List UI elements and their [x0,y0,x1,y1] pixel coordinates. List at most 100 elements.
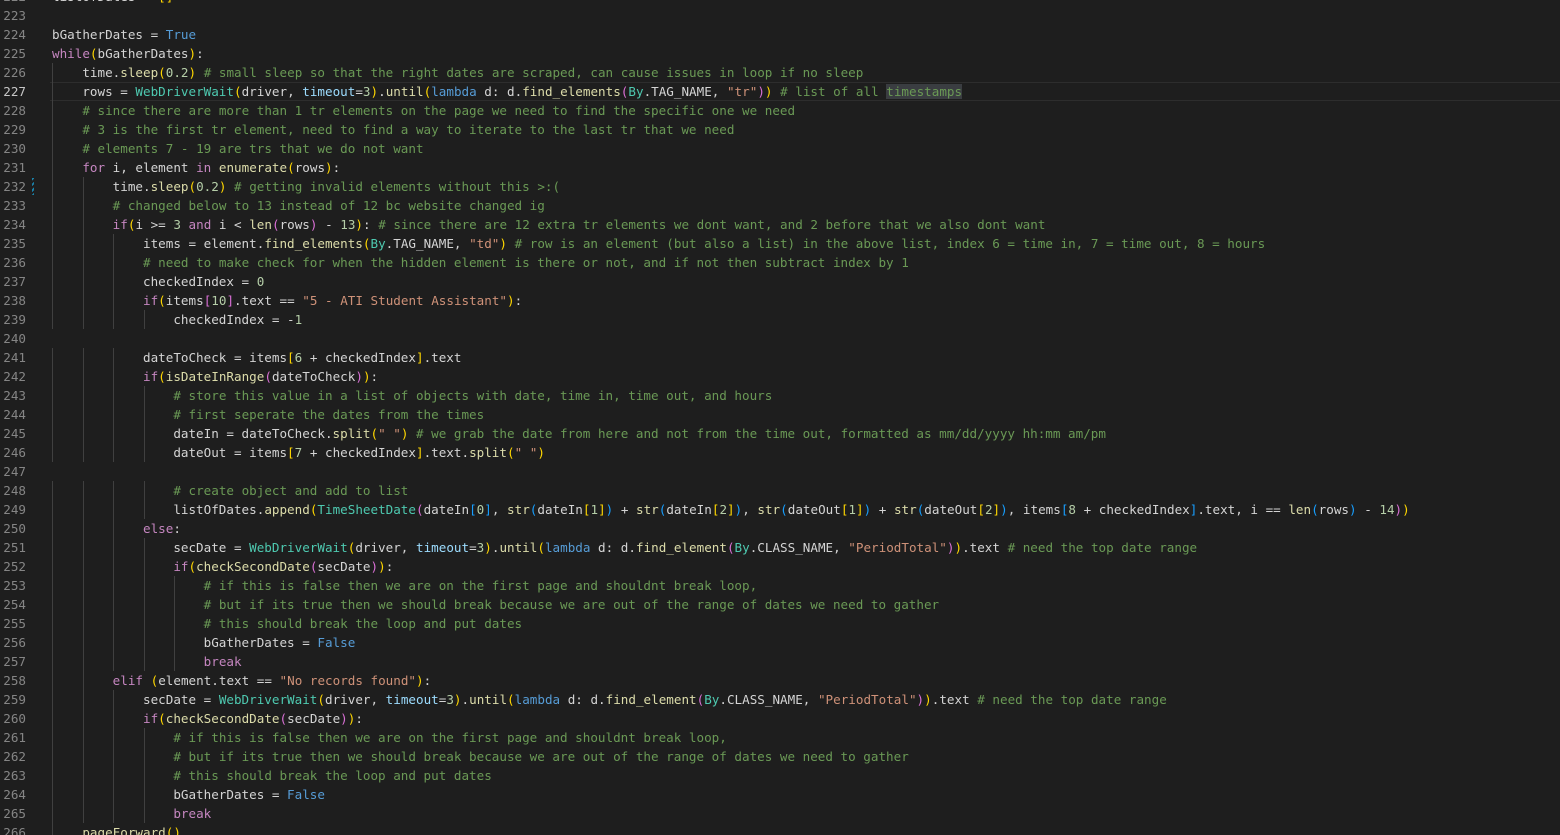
code-line[interactable]: 265 break [0,804,1560,823]
code-line[interactable]: 230 # elements 7 - 19 are trs that we do… [0,139,1560,158]
code-text: elif (element.text == "No records found"… [112,673,432,688]
line-number: 265 [3,806,26,821]
code-text: dateOut = items[7 + checkedIndex].text.s… [52,445,545,460]
code-line[interactable]: 257 break [0,652,1560,671]
code-text: # this should break the loop and put dat… [173,768,492,783]
code-line[interactable]: 226 time.sleep(0.2) # small sleep so tha… [0,63,1560,82]
code-text: if(i >= 3 and i < len(rows) - 13): # sin… [112,217,1046,232]
line-number: 256 [3,635,26,650]
code-text: pageForward() [82,825,181,835]
line-number: 227 [3,84,26,99]
code-line[interactable]: 245 dateIn = dateToCheck.split(" ") # we… [0,424,1560,443]
code-text: bGatherDates = False [52,787,325,802]
line-number: 255 [3,616,26,631]
code-lines: 222listOfDates = []223224bGatherDates = … [0,0,1560,835]
code-line[interactable]: 256 bGatherDates = False [0,633,1560,652]
line-number: 223 [3,8,26,23]
code-text: # 3 is the first tr element, need to fin… [82,122,735,137]
line-number: 231 [3,160,26,175]
line-number: 247 [3,464,26,479]
code-line[interactable]: 228 # since there are more than 1 tr ele… [0,101,1560,120]
line-number: 230 [3,141,26,156]
code-text: # need to make check for when the hidden… [143,255,909,270]
code-line[interactable]: 266 pageForward() [0,823,1560,835]
modified-line-indicator[interactable] [32,178,34,195]
code-line[interactable]: 229 # 3 is the first tr element, need to… [0,120,1560,139]
line-number: 260 [3,711,26,726]
code-line[interactable]: 258 elif (element.text == "No records fo… [0,671,1560,690]
code-line[interactable]: 223 [0,6,1560,25]
line-number: 259 [3,692,26,707]
code-text: rows = WebDriverWait(driver, timeout=3).… [52,84,963,99]
code-line[interactable]: 237 checkedIndex = 0 [0,272,1560,291]
code-text: # elements 7 - 19 are trs that we do not… [82,141,424,156]
line-number: 235 [3,236,26,251]
line-number: 229 [3,122,26,137]
code-line[interactable]: 238 if(items[10].text == "5 - ATI Studen… [0,291,1560,310]
line-number: 237 [3,274,26,289]
code-text: dateToCheck = items[6 + checkedIndex].te… [52,350,462,365]
code-line[interactable]: 244 # first seperate the dates from the … [0,405,1560,424]
code-line[interactable]: 249 listOfDates.append(TimeSheetDate(dat… [0,500,1560,519]
code-line[interactable]: 248 # create object and add to list [0,481,1560,500]
line-number: 245 [3,426,26,441]
code-line[interactable]: 239 checkedIndex = -1 [0,310,1560,329]
code-text: for i, element in enumerate(rows): [82,160,341,175]
code-line[interactable]: 264 bGatherDates = False [0,785,1560,804]
code-line[interactable]: 227 rows = WebDriverWait(driver, timeout… [0,82,1560,101]
line-number: 261 [3,730,26,745]
code-text: dateIn = dateToCheck.split(" ") # we gra… [52,426,1106,441]
code-line[interactable]: 241 dateToCheck = items[6 + checkedIndex… [0,348,1560,367]
code-text: if(checkSecondDate(secDate)): [143,711,363,726]
code-line[interactable]: 232 time.sleep(0.2) # getting invalid el… [0,177,1560,196]
code-line[interactable]: 231 for i, element in enumerate(rows): [0,158,1560,177]
code-line[interactable]: 255 # this should break the loop and put… [0,614,1560,633]
code-text: # store this value in a list of objects … [173,388,773,403]
line-number: 234 [3,217,26,232]
code-editor[interactable]: 222listOfDates = []223224bGatherDates = … [0,0,1560,835]
code-line[interactable]: 251 secDate = WebDriverWait(driver, time… [0,538,1560,557]
code-text: # but if its true then we should break b… [173,749,909,764]
line-number: 253 [3,578,26,593]
code-line[interactable]: 254 # but if its true then we should bre… [0,595,1560,614]
line-number: 246 [3,445,26,460]
code-text: listOfDates.append(TimeSheetDate(dateIn[… [52,502,1410,517]
code-text: if(checkSecondDate(secDate)): [173,559,394,574]
line-number: 243 [3,388,26,403]
line-number: 250 [3,521,26,536]
code-line[interactable]: 253 # if this is false then we are on th… [0,576,1560,595]
line-number: 225 [3,46,26,61]
code-line[interactable]: 233 # changed below to 13 instead of 12 … [0,196,1560,215]
code-line[interactable]: 263 # this should break the loop and put… [0,766,1560,785]
code-line[interactable]: 225 while(bGatherDates): [0,44,1560,63]
code-line[interactable]: 261 # if this is false then we are on th… [0,728,1560,747]
code-line[interactable]: 235 items = element.find_elements(By.TAG… [0,234,1560,253]
line-number: 266 [3,825,26,835]
code-line[interactable]: 247 [0,462,1560,481]
line-number: 244 [3,407,26,422]
code-text: # changed below to 13 instead of 12 bc w… [112,198,545,213]
code-line[interactable]: 242 if(isDateInRange(dateToCheck)): [0,367,1560,386]
line-number: 263 [3,768,26,783]
code-line[interactable]: 259 secDate = WebDriverWait(driver, time… [0,690,1560,709]
line-number: 224 [3,27,26,42]
code-text: # create object and add to list [173,483,409,498]
code-line[interactable]: 224 bGatherDates = True [0,25,1560,44]
line-number: 238 [3,293,26,308]
code-text: # since there are more than 1 tr element… [82,103,796,118]
code-line[interactable]: 243 # store this value in a list of obje… [0,386,1560,405]
code-line[interactable]: 262 # but if its true then we should bre… [0,747,1560,766]
code-line[interactable]: 250 else: [0,519,1560,538]
code-line[interactable]: 234 if(i >= 3 and i < len(rows) - 13): #… [0,215,1560,234]
code-line[interactable]: 246 dateOut = items[7 + checkedIndex].te… [0,443,1560,462]
code-text: time.sleep(0.2) # getting invalid elemen… [52,179,561,194]
code-text: bGatherDates = False [52,635,356,650]
line-number: 232 [3,179,26,194]
code-line[interactable]: 236 # need to make check for when the hi… [0,253,1560,272]
code-text: checkedIndex = 0 [52,274,265,289]
code-text: # first seperate the dates from the time… [173,407,485,422]
code-line[interactable]: 252 if(checkSecondDate(secDate)): [0,557,1560,576]
code-line[interactable]: 260 if(checkSecondDate(secDate)): [0,709,1560,728]
code-line[interactable]: 240 [0,329,1560,348]
code-text: break [173,806,212,821]
